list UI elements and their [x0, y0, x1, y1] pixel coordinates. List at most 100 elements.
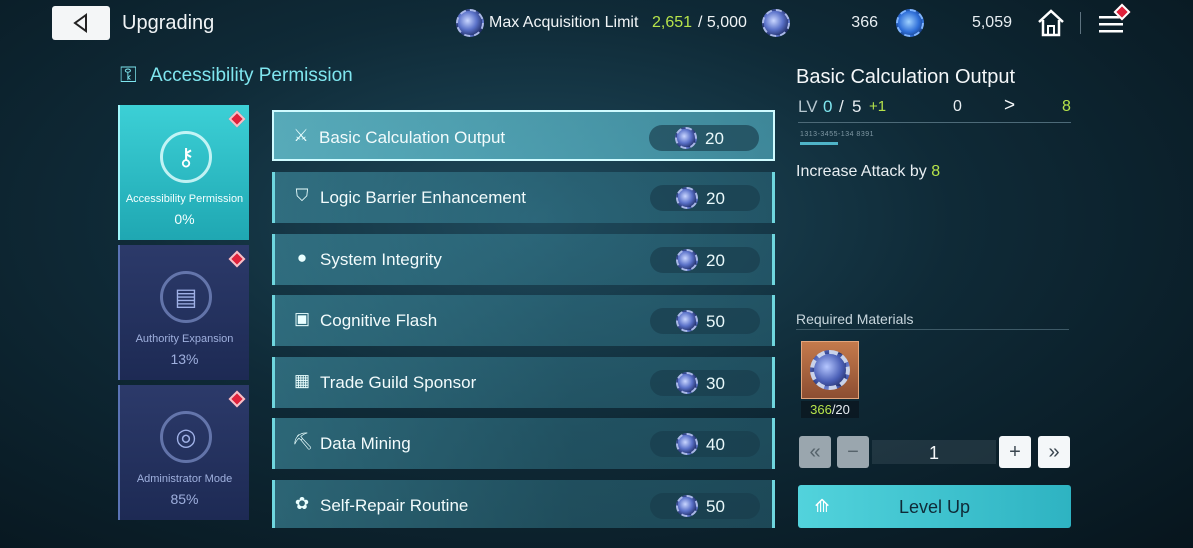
effect-description: Increase Attack by 8	[796, 163, 940, 181]
level-current: 0	[823, 97, 833, 116]
mining-icon: ⛏	[292, 432, 314, 451]
resource-core-count: 5,059	[971, 14, 1012, 31]
detail-accent-bar	[800, 142, 838, 145]
skill-cost: 20	[650, 247, 760, 273]
skill-cost-value: 20	[705, 129, 724, 148]
back-triangle-icon	[73, 13, 87, 33]
skill-cost-value: 20	[706, 251, 725, 270]
alert-diamond-icon	[228, 390, 246, 408]
skill-cost: 50	[650, 308, 760, 334]
side-tab-label: Authority Expansion	[135, 333, 234, 345]
skill-name: Data Mining	[320, 434, 411, 453]
skill-cost-value: 50	[706, 497, 725, 516]
skill-cost-value: 30	[706, 374, 725, 393]
level-up-button[interactable]: ⟰ Level Up	[798, 485, 1071, 528]
gear-currency-icon	[676, 495, 698, 517]
skill-name: System Integrity	[320, 250, 442, 269]
skill-cost-value: 50	[706, 312, 725, 331]
gear-currency-icon	[676, 433, 698, 455]
shield-icon: ⛉	[295, 186, 309, 205]
skill-name: Cognitive Flash	[320, 311, 438, 330]
skill-cost: 30	[650, 370, 760, 396]
level-bonus: +1	[869, 98, 887, 115]
card-icon: ▣	[293, 309, 311, 328]
quantity-min-button[interactable]: «	[799, 436, 831, 468]
skill-row-system-integrity[interactable]: ● System Integrity 20	[272, 234, 775, 285]
key-emblem-icon: ⚷	[160, 131, 212, 183]
fingerprint-emblem-icon: ◎	[160, 411, 212, 463]
home-icon	[1038, 9, 1064, 37]
permission-icon: ⚿	[120, 62, 137, 87]
gear-currency-icon	[676, 187, 698, 209]
material-need: /20	[831, 402, 850, 417]
chevron-right-icon: >	[1004, 95, 1016, 116]
drop-icon: ●	[296, 248, 308, 267]
detail-code: 1313-3455-134 8391	[800, 131, 875, 138]
skill-row-trade-guild-sponsor[interactable]: ▦ Trade Guild Sponsor 30	[272, 357, 775, 408]
gear-currency-icon	[676, 372, 698, 394]
acquisition-current: 2,651	[652, 14, 693, 31]
skill-cost: 20	[649, 125, 759, 151]
sword-icon: ⚔	[293, 126, 309, 145]
effect-value: 8	[931, 163, 941, 180]
acquisition-limit-label: Max Acquisition Limit	[489, 14, 639, 31]
shop-icon: ▦	[293, 371, 311, 390]
skill-row-logic-barrier-enhancement[interactable]: ⛉ Logic Barrier Enhancement 20	[272, 172, 775, 223]
repair-icon: ✿	[294, 494, 310, 513]
skill-row-self-repair-routine[interactable]: ✿ Self-Repair Routine 50	[272, 480, 775, 528]
back-button[interactable]	[52, 6, 110, 40]
quantity-increase-button[interactable]: +	[999, 436, 1031, 468]
level-separator: /	[839, 97, 844, 116]
side-tab-label: Accessibility Permission	[125, 193, 244, 205]
material-item[interactable]	[801, 341, 859, 399]
gear-currency-icon	[675, 127, 697, 149]
gear-currency-icon	[456, 9, 484, 37]
alert-diamond-icon	[228, 110, 246, 128]
skill-cost: 50	[650, 493, 760, 519]
divider	[798, 122, 1071, 123]
side-tab-accessibility-permission[interactable]: ⚷ Accessibility Permission 0%	[118, 105, 249, 240]
side-tab-percent: 0%	[174, 211, 195, 227]
alert-diamond-icon	[228, 250, 246, 268]
gear-currency-icon	[676, 249, 698, 271]
material-count: 366/20	[801, 401, 859, 418]
section-title: Accessibility Permission	[150, 65, 353, 86]
level-max: 5	[852, 97, 862, 116]
skill-cost-value: 20	[706, 189, 725, 208]
material-have: 366	[810, 402, 832, 417]
effect-prefix: Increase Attack by	[796, 163, 932, 180]
skill-name: Basic Calculation Output	[319, 128, 506, 147]
blue-core-icon	[896, 9, 924, 37]
skill-cost: 20	[650, 185, 760, 211]
clipboard-emblem-icon: ▤	[160, 271, 212, 323]
level-label: LV	[798, 97, 818, 116]
detail-title: Basic Calculation Output	[796, 66, 1016, 88]
quantity-decrease-button[interactable]: −	[837, 436, 869, 468]
side-tab-percent: 13%	[170, 351, 199, 367]
side-tab-authority-expansion[interactable]: ▤ Authority Expansion 13%	[118, 245, 249, 380]
skill-row-data-mining[interactable]: ⛏ Data Mining 40	[272, 418, 775, 469]
resource-gear-count: 366	[851, 14, 878, 31]
skill-name: Trade Guild Sponsor	[320, 373, 477, 392]
skill-cost-value: 40	[706, 435, 725, 454]
skill-row-basic-calculation-output[interactable]: ⚔ Basic Calculation Output 20	[272, 110, 775, 161]
gear-currency-icon	[676, 310, 698, 332]
divider	[796, 329, 1069, 330]
gear-material-icon	[810, 350, 850, 390]
gear-currency-icon	[762, 9, 790, 37]
skill-cost: 40	[650, 431, 760, 457]
acquisition-max: / 5,000	[698, 14, 747, 31]
side-tab-label: Administrator Mode	[136, 473, 233, 485]
materials-title: Required Materials	[796, 311, 914, 327]
side-tab-percent: 85%	[170, 491, 199, 507]
skill-row-cognitive-flash[interactable]: ▣ Cognitive Flash 50	[272, 295, 775, 346]
quantity-max-button[interactable]: »	[1038, 436, 1070, 468]
skill-name: Logic Barrier Enhancement	[320, 188, 527, 207]
stat-current: 0	[953, 98, 962, 115]
divider	[1080, 12, 1081, 34]
side-tab-administrator-mode[interactable]: ◎ Administrator Mode 85%	[118, 385, 249, 520]
page-title: Upgrading	[122, 12, 215, 34]
stat-next: 8	[1062, 98, 1071, 115]
home-button[interactable]	[1036, 8, 1066, 38]
quantity-value: 1	[928, 443, 939, 463]
